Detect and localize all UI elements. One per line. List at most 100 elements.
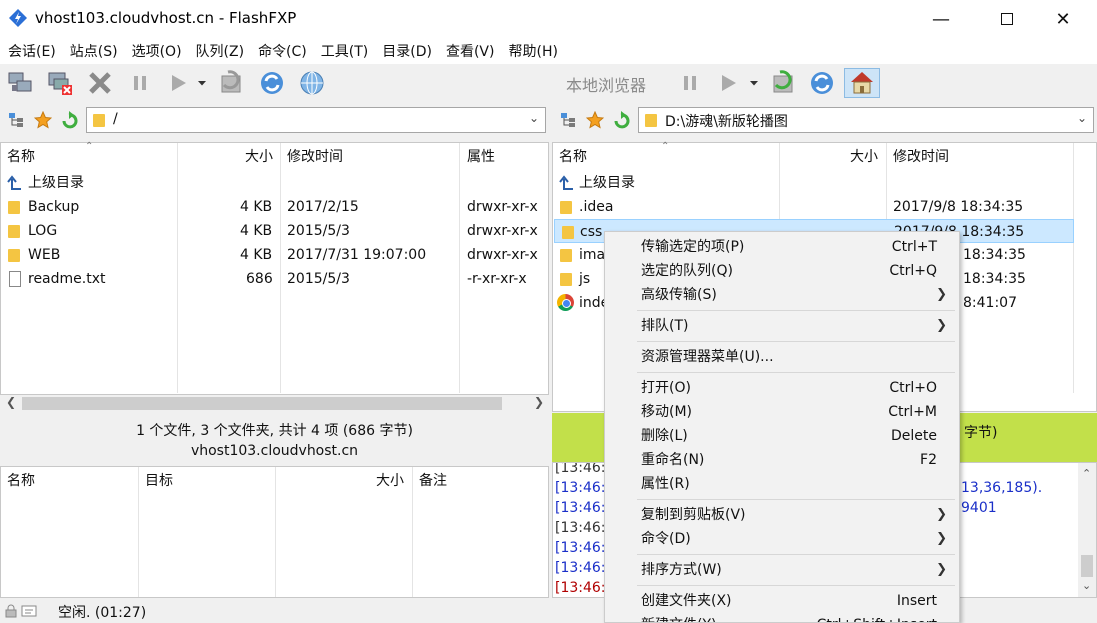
column-header-modified[interactable]: 修改时间 [893, 143, 949, 171]
pause-icon [134, 76, 146, 90]
file-row[interactable]: WEB 4 KB 2017/7/31 19:07:00 drwxr-xr-x [1, 243, 548, 267]
menu-help[interactable]: 帮助(H) [508, 41, 557, 61]
remote-path-combo[interactable]: / ⌄ [86, 107, 546, 133]
favorites-star-icon[interactable] [34, 111, 52, 129]
scroll-up-icon[interactable]: ⌃ [1082, 467, 1091, 480]
menu-queue[interactable]: 队列(Z) [196, 41, 245, 61]
chevron-right-icon: ❯ [936, 531, 947, 546]
menu-item-properties[interactable]: 属性(R) [605, 472, 959, 496]
disconnect-button[interactable] [44, 68, 76, 98]
pause-button[interactable] [124, 68, 156, 98]
chevron-down-icon[interactable]: ⌄ [529, 111, 539, 125]
menu-options[interactable]: 选项(O) [132, 41, 182, 61]
remote-status-host: vhost103.cloudvhost.cn [190, 443, 359, 459]
file-name: js [579, 271, 591, 287]
scrollbar-thumb[interactable] [1081, 555, 1093, 577]
menu-session[interactable]: 会话(E) [8, 41, 56, 61]
column-header-name[interactable]: 名称 [7, 143, 35, 171]
file-row[interactable]: readme.txt 686 2015/5/3 -r-xr-xr-x [1, 267, 548, 291]
remote-file-list: 名称 ⌃ 大小 修改时间 属性 上级目录 Backup 4 KB 2017/2/… [0, 141, 549, 395]
transfer-button[interactable] [162, 68, 194, 98]
file-row[interactable]: .idea 2017/9/8 18:34:35 [553, 195, 1096, 219]
menu-view[interactable]: 查看(V) [446, 41, 495, 61]
local-transfer-dropdown[interactable] [744, 68, 764, 98]
local-browser-button[interactable]: 本地浏览器 [566, 72, 646, 96]
column-header-attributes[interactable]: 属性 [467, 143, 495, 171]
menu-item-sort-by[interactable]: 排序方式(W) ❯ [605, 558, 959, 582]
scroll-right-icon[interactable]: ❯ [534, 395, 544, 409]
shortcut: Ctrl+M [888, 404, 937, 420]
chevron-down-icon[interactable]: ⌄ [1077, 111, 1087, 125]
tree-view-icon[interactable] [8, 111, 26, 129]
local-folder-refresh-button[interactable] [768, 68, 800, 98]
local-pause-button[interactable] [674, 68, 706, 98]
file-name: ima [579, 247, 606, 263]
menu-item-open[interactable]: 打开(O) Ctrl+O [605, 376, 959, 400]
menu-directory[interactable]: 目录(D) [382, 41, 432, 61]
parent-directory-arrow-icon[interactable] [60, 111, 78, 129]
queue-header-notes[interactable]: 备注 [419, 467, 447, 495]
file-date: 2015/5/3 [287, 223, 350, 239]
parent-directory-arrow-icon[interactable] [612, 111, 630, 129]
menu-item-transfer-selected[interactable]: 传输选定的项(P) Ctrl+T [605, 235, 959, 259]
menu-item-explorer-menu[interactable]: 资源管理器菜单(U)... [605, 345, 959, 369]
column-header-name[interactable]: 名称 [559, 143, 587, 171]
menu-item-new-file[interactable]: 新建文件(Y)Ctrl+Shift+Insert [605, 613, 959, 622]
column-header-size[interactable]: 大小 [850, 143, 878, 171]
scrollbar-thumb[interactable] [22, 397, 502, 410]
menu-tools[interactable]: 工具(T) [321, 41, 368, 61]
log-vertical-scrollbar[interactable]: ⌃ ⌄ [1078, 463, 1096, 597]
menu-item-create-folder[interactable]: 创建文件夹(X) Insert [605, 589, 959, 613]
local-path-combo[interactable]: D:\游魂\新版轮播图 ⌄ [638, 107, 1094, 133]
caret-down-icon [750, 81, 758, 86]
log-line: [13:46: [555, 520, 606, 536]
chrome-html-icon [557, 294, 574, 311]
tree-view-icon[interactable] [560, 111, 578, 129]
folder-icon [8, 225, 20, 238]
local-transfer-button[interactable] [712, 68, 744, 98]
refresh-queue-button[interactable] [216, 68, 248, 98]
menu-sites[interactable]: 站点(S) [70, 41, 118, 61]
close-icon: ✕ [1055, 8, 1071, 30]
file-row-parent[interactable]: 上级目录 [553, 171, 1096, 195]
refresh-button[interactable] [256, 68, 288, 98]
shortcut: Insert [896, 593, 937, 609]
queue-header-target[interactable]: 目标 [145, 467, 173, 495]
home-icon [851, 72, 873, 94]
menu-item-rename[interactable]: 重命名(N) F2 [605, 448, 959, 472]
queue-header-name[interactable]: 名称 [7, 467, 35, 495]
menu-item-commands[interactable]: 命令(D) ❯ [605, 527, 959, 551]
abort-button[interactable] [84, 68, 116, 98]
menu-item-copy-to-clipboard[interactable]: 复制到剪贴板(V) ❯ [605, 503, 959, 527]
queue-header-size[interactable]: 大小 [376, 467, 404, 495]
menu-bar: 会话(E) 站点(S) 选项(O) 队列(Z) 命令(C) 工具(T) 目录(D… [0, 38, 1097, 64]
close-button[interactable]: ✕ [1040, 0, 1086, 38]
local-toolbar: 本地浏览器 [552, 64, 1097, 102]
file-row-parent[interactable]: 上级目录 [1, 171, 548, 195]
local-refresh-button[interactable] [806, 68, 838, 98]
column-header-size[interactable]: 大小 [245, 143, 273, 171]
remote-horizontal-scrollbar[interactable]: ❮ ❯ [0, 395, 549, 412]
menu-item-delete[interactable]: 删除(L) Delete [605, 424, 959, 448]
favorites-star-icon[interactable] [586, 111, 604, 129]
scroll-down-icon[interactable]: ⌄ [1082, 579, 1091, 592]
log-line: [13:46: [555, 462, 606, 476]
column-header-modified[interactable]: 修改时间 [287, 143, 343, 171]
menu-commands[interactable]: 命令(C) [258, 41, 307, 61]
remote-status: 1 个文件, 3 个文件夹, 共计 4 项 (686 字节) vhost103.… [0, 415, 549, 463]
file-row[interactable]: LOG 4 KB 2015/5/3 drwxr-xr-x [1, 219, 548, 243]
file-row[interactable]: Backup 4 KB 2017/2/15 drwxr-xr-x [1, 195, 548, 219]
connect-button[interactable] [4, 68, 36, 98]
transfer-dropdown[interactable] [192, 68, 212, 98]
scroll-left-icon[interactable]: ❮ [6, 395, 16, 409]
menu-item-move[interactable]: 移动(M) Ctrl+M [605, 400, 959, 424]
home-button[interactable] [844, 68, 880, 98]
menu-item-queue[interactable]: 排队(T) ❯ [605, 314, 959, 338]
remote-toolbar [0, 64, 549, 102]
globe-button[interactable] [296, 68, 328, 98]
maximize-button[interactable] [984, 0, 1030, 38]
file-name: LOG [28, 223, 58, 239]
menu-item-advanced-transfer[interactable]: 高级传输(S) ❯ [605, 283, 959, 307]
minimize-button[interactable]: — [918, 0, 964, 38]
menu-item-queue-selected[interactable]: 选定的队列(Q) Ctrl+Q [605, 259, 959, 283]
